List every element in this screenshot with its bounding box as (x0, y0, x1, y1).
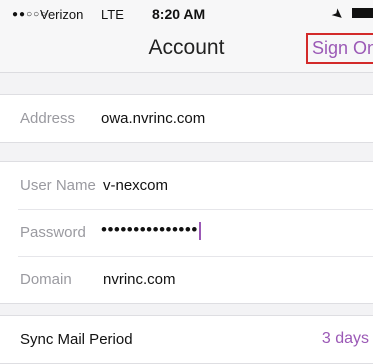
domain-field[interactable]: nvrinc.com (103, 271, 176, 288)
username-row[interactable]: User Name v-nexcom (0, 162, 373, 209)
username-field[interactable]: v-nexcom (103, 177, 168, 194)
address-row[interactable]: Address owa.nvrinc.com (0, 95, 373, 142)
sync-mail-period-label: Sync Mail Period (20, 331, 133, 348)
password-dots: ••••••••••••••• (101, 220, 198, 239)
password-row[interactable]: Password ••••••••••••••• (0, 209, 373, 256)
password-label: Password (20, 224, 86, 241)
sign-on-button[interactable]: Sign On (306, 33, 373, 64)
address-label: Address (20, 110, 76, 127)
address-field[interactable]: owa.nvrinc.com (101, 110, 205, 127)
status-bar: ●●○○○ Verizon LTE 8:20 AM ➤ (0, 0, 373, 28)
domain-row[interactable]: Domain nvrinc.com (0, 256, 373, 303)
domain-label: Domain (20, 271, 72, 288)
sync-mail-period-row[interactable]: Sync Mail Period 3 days (0, 316, 373, 363)
carrier-name: Verizon (40, 7, 84, 22)
text-cursor (198, 221, 201, 240)
sync-mail-period-value[interactable]: 3 days (322, 330, 369, 348)
location-arrow-icon: ➤ (328, 4, 348, 25)
password-field[interactable]: ••••••••••••••• (101, 220, 201, 240)
network-type: LTE (101, 7, 124, 22)
navigation-bar: Account Sign On (0, 28, 373, 73)
sync-settings-group: Sync Mail Period 3 days (0, 315, 373, 364)
server-settings-group: Address owa.nvrinc.com (0, 94, 373, 143)
status-time: 8:20 AM (152, 6, 206, 22)
username-label: User Name (20, 177, 96, 194)
credentials-group: User Name v-nexcom Password ••••••••••••… (0, 161, 373, 304)
battery-icon (352, 8, 373, 18)
